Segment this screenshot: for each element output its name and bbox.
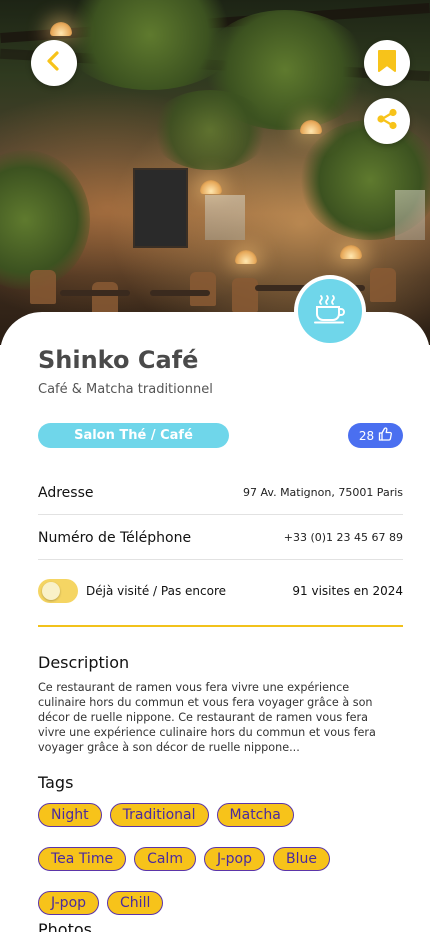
tags-heading: Tags: [38, 773, 74, 792]
likes-button[interactable]: 28: [348, 423, 403, 448]
bookmark-icon: [376, 49, 398, 77]
tag-chip[interactable]: Chill: [107, 891, 164, 915]
description-text: Ce restaurant de ramen vous fera vivre u…: [38, 681, 376, 754]
visited-toggle[interactable]: [38, 579, 78, 603]
share-icon: [375, 107, 399, 135]
phone-row: Numéro de Téléphone +33 (0)1 23 45 67 89: [38, 516, 403, 560]
visits-count: 91 visites en 2024: [292, 584, 403, 598]
chevron-left-icon: [43, 50, 65, 76]
tag-chip[interactable]: Calm: [134, 847, 196, 871]
address-row: Adresse 97 Av. Matignon, 75001 Paris: [38, 471, 403, 515]
tag-chip[interactable]: Night: [38, 803, 102, 827]
tag-chip[interactable]: Matcha: [216, 803, 294, 827]
thumbs-up-icon: [378, 427, 393, 444]
toggle-knob: [42, 582, 60, 600]
place-subtitle: Café & Matcha traditionnel: [38, 382, 213, 397]
place-name: Shinko Café: [38, 346, 199, 374]
back-button[interactable]: [31, 40, 77, 86]
address-label: Adresse: [38, 484, 94, 501]
category-badge: [294, 275, 366, 347]
tag-chip[interactable]: Traditional: [109, 803, 209, 827]
bookmark-button[interactable]: [364, 40, 410, 86]
visited-toggle-label: Déjà visité / Pas encore: [86, 584, 227, 598]
tag-chip[interactable]: Blue: [273, 847, 330, 871]
tag-chip[interactable]: Tea Time: [38, 847, 127, 871]
phone-value[interactable]: +33 (0)1 23 45 67 89: [284, 531, 403, 544]
phone-label: Numéro de Téléphone: [38, 529, 192, 546]
coffee-cup-icon: [313, 294, 347, 328]
category-pill: Salon Thé / Café: [38, 423, 229, 448]
tag-chip[interactable]: J-pop: [203, 847, 265, 871]
description-heading: Description: [38, 653, 130, 672]
share-button[interactable]: [364, 98, 410, 144]
tags-list: Night Traditional Matcha Tea Time Calm J…: [38, 803, 408, 915]
likes-count: 28: [358, 428, 375, 443]
section-divider: [38, 625, 403, 627]
address-value[interactable]: 97 Av. Matignon, 75001 Paris: [243, 486, 403, 499]
visited-row: Déjà visité / Pas encore 91 visites en 2…: [38, 577, 403, 605]
tag-chip[interactable]: J-pop: [38, 891, 100, 915]
photos-heading: Photos: [38, 920, 92, 932]
